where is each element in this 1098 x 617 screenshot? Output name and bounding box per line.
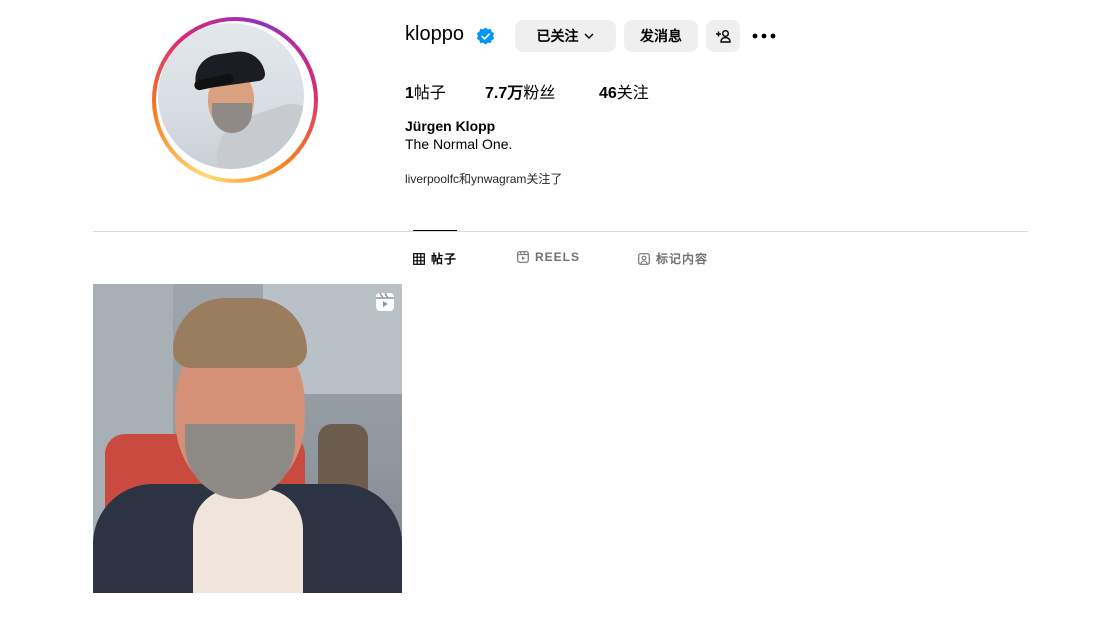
following-stat-label: 关注: [616, 85, 649, 102]
add-user-icon: [716, 30, 731, 43]
post-photo-shirt: [193, 489, 303, 593]
grid-icon: [413, 252, 425, 265]
post-photo-hair: [173, 298, 307, 368]
following-count: 46: [599, 85, 617, 102]
posts-stat: 1帖子: [405, 79, 446, 103]
profile-username: kloppo: [405, 23, 464, 45]
profile-avatar-story-ring[interactable]: [152, 17, 318, 183]
tagged-icon: [638, 252, 650, 265]
more-options-button[interactable]: [750, 24, 778, 48]
chevron-down-icon: [584, 33, 593, 39]
tab-posts[interactable]: 帖子: [413, 250, 457, 267]
following-button-label: 已关注: [536, 28, 579, 44]
posts-count: 1: [405, 85, 414, 102]
reel-indicator-icon: [376, 292, 394, 311]
profile-full-name: Jürgen Klopp: [405, 118, 496, 134]
followers-stat[interactable]: 7.7万粉丝: [485, 79, 555, 103]
profile-bio: The Normal One.: [405, 136, 513, 152]
posts-stat-label: 帖子: [413, 85, 446, 102]
tabs-divider: [93, 231, 1028, 232]
following-stat[interactable]: 46关注: [599, 79, 649, 103]
tab-reels-label: REELS: [535, 250, 581, 264]
tab-tagged-label: 标记内容: [656, 252, 709, 266]
verified-badge-icon: [476, 27, 495, 45]
active-tab-indicator: [413, 230, 457, 231]
reels-icon: [517, 251, 529, 263]
followers-count: 7.7万: [485, 85, 524, 102]
tab-posts-label: 帖子: [431, 252, 458, 266]
mutual-followers-text[interactable]: liverpoolfc和ynwagram关注了: [405, 170, 562, 187]
message-button[interactable]: 发消息: [624, 20, 698, 52]
tab-tagged[interactable]: 标记内容: [638, 250, 708, 267]
tab-reels[interactable]: REELS: [517, 250, 580, 264]
more-horizontal-icon: [752, 33, 776, 39]
post-thumbnail[interactable]: [93, 284, 402, 593]
suggested-users-button[interactable]: [706, 20, 740, 52]
followers-stat-label: 粉丝: [523, 85, 556, 102]
profile-avatar[interactable]: [158, 23, 304, 169]
following-dropdown-button[interactable]: 已关注: [515, 20, 616, 52]
